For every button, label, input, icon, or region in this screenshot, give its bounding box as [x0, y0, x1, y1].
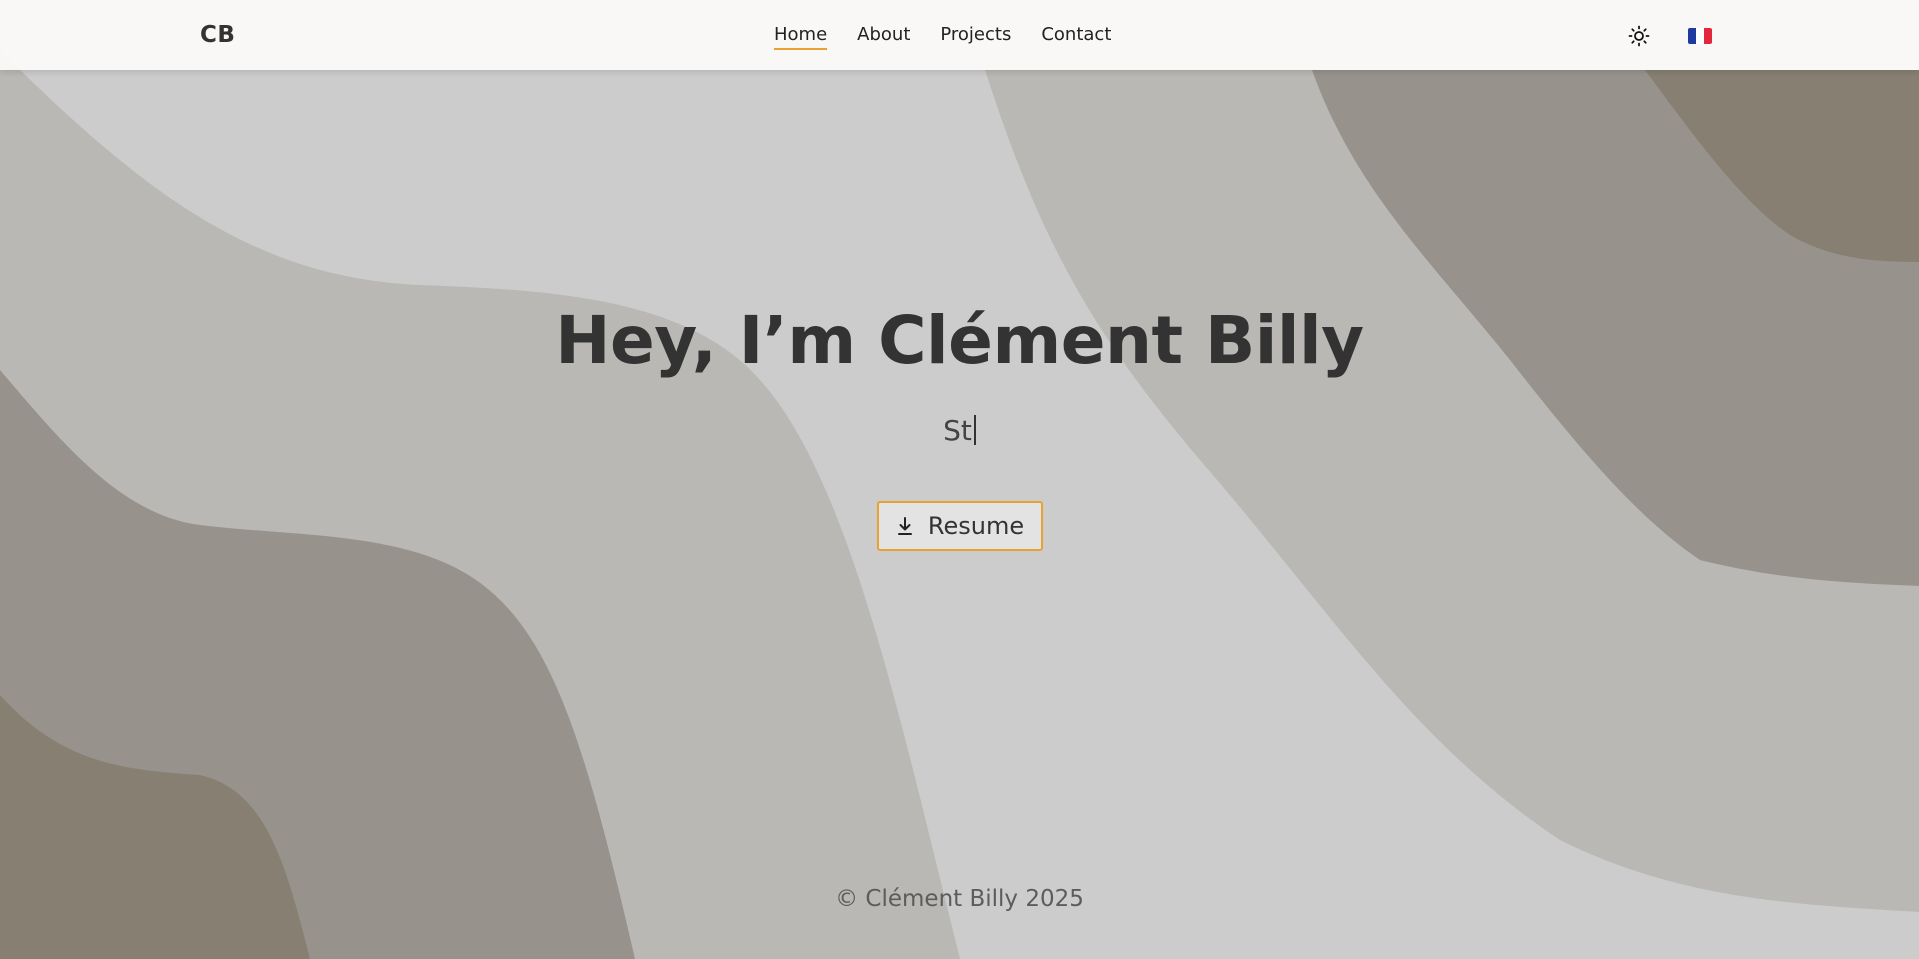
- page: CB Home About Projects Contact Hey, I’m …: [0, 0, 1919, 959]
- typing-caret: [973, 415, 976, 445]
- nav-about[interactable]: About: [857, 24, 910, 50]
- resume-label: Resume: [927, 512, 1025, 540]
- nav-projects[interactable]: Projects: [940, 24, 1011, 50]
- typed-text: St: [943, 414, 972, 447]
- logo[interactable]: CB: [200, 22, 235, 48]
- download-icon: [897, 517, 912, 535]
- french-flag-icon[interactable]: [1688, 28, 1712, 44]
- nav-home[interactable]: Home: [774, 24, 828, 50]
- nav-links: Home About Projects Contact: [774, 24, 1111, 50]
- background-waves: [0, 0, 1919, 959]
- typing-text: St: [0, 414, 1919, 447]
- resume-button[interactable]: Resume: [877, 501, 1043, 551]
- footer-copyright: © Clément Billy 2025: [835, 886, 1084, 912]
- sun-icon[interactable]: [1627, 24, 1651, 48]
- nav-contact[interactable]: Contact: [1041, 24, 1111, 50]
- hero-title: Hey, I’m Clément Billy: [555, 302, 1364, 379]
- navbar: CB Home About Projects Contact: [0, 0, 1919, 70]
